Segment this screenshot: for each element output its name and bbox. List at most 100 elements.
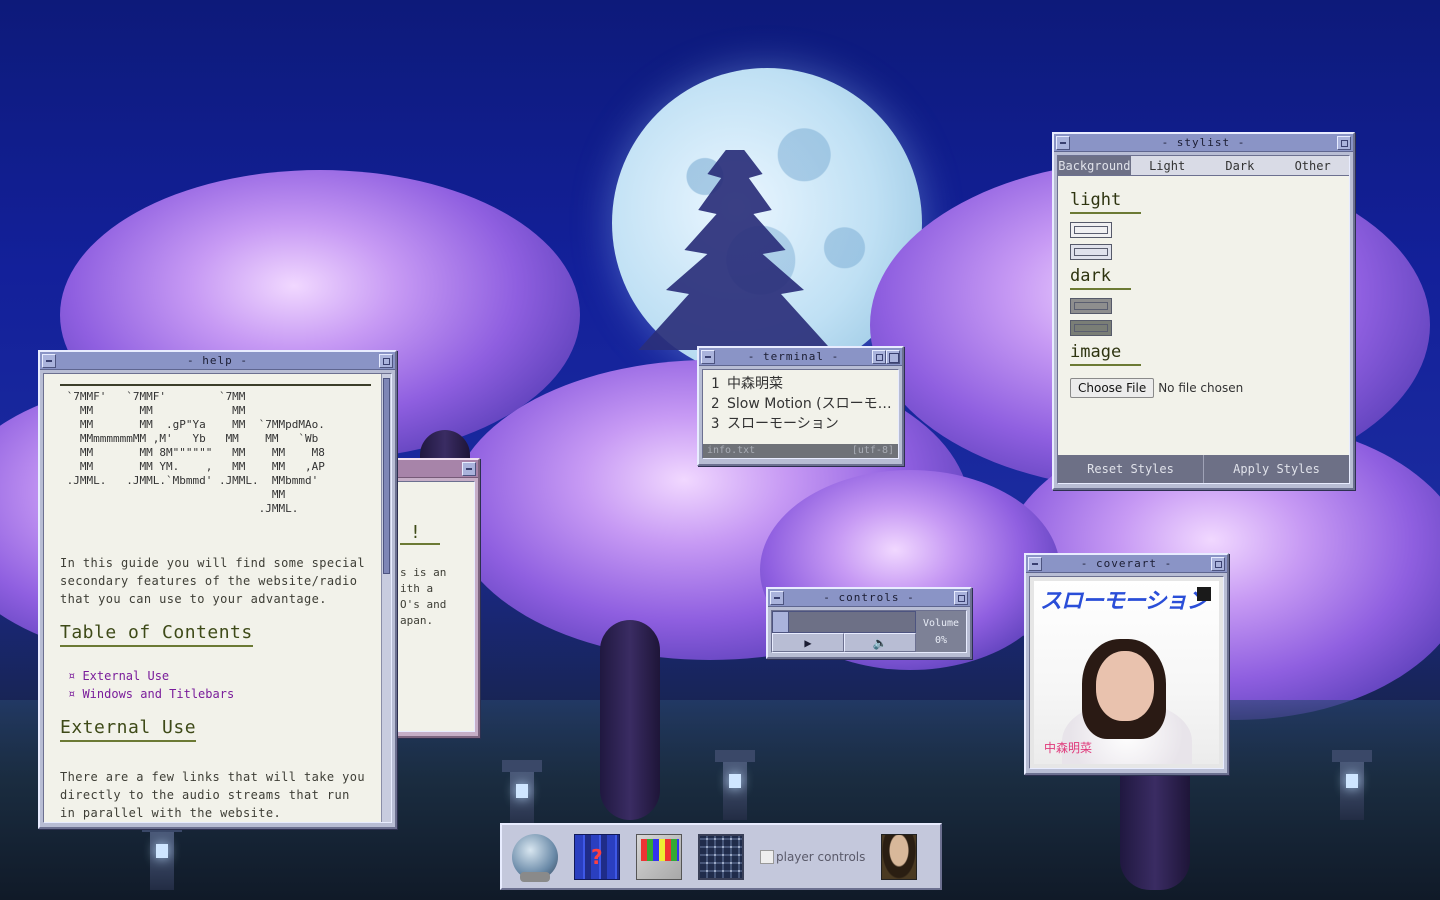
terminal-titlebar[interactable]: - terminal - (699, 348, 902, 366)
help-intro-text: In this guide you will find some special… (60, 556, 365, 606)
dark-swatch-1[interactable] (1070, 298, 1112, 314)
cover-artist-name: 中森明菜 (1044, 741, 1093, 755)
terminal-filename: info.txt (707, 445, 756, 456)
stylist-content: Background Light Dark Other light dark i… (1057, 155, 1350, 484)
terminal-title: - terminal - (747, 350, 840, 363)
background-window[interactable]: ! s is an ith a O's and apan. (390, 458, 480, 738)
tab-light[interactable]: Light (1131, 156, 1204, 175)
apply-styles-button[interactable]: Apply Styles (1203, 455, 1349, 483)
toc-link-windows-titlebars[interactable]: Windows and Titlebars (68, 685, 371, 703)
cover-label-logo (1197, 587, 1211, 601)
controls-window[interactable]: - controls - ▶ 🔈 Volume 0% (766, 587, 972, 659)
terminal-grid-icon[interactable] (698, 833, 744, 880)
wallpaper-trunk (600, 620, 660, 820)
maximize-button[interactable] (886, 349, 900, 364)
coverart-content: スローモーション 中森明菜 (1029, 576, 1224, 769)
terminal-line: 3 スローモーション (711, 414, 892, 434)
light-swatch-1[interactable] (1070, 222, 1112, 238)
divider (60, 384, 371, 386)
window-menu-button[interactable] (462, 461, 476, 476)
album-cover: スローモーション 中森明菜 (1034, 581, 1219, 764)
terminal-encoding: [utf-8] (851, 445, 894, 456)
coverart-window[interactable]: - coverart - スローモーション 中森明菜 (1024, 553, 1229, 775)
minimize-button[interactable] (1211, 556, 1225, 571)
file-picker: Choose File No file chosen (1070, 378, 1337, 398)
stylist-body: light dark image Choose File No file cho… (1058, 176, 1349, 406)
window-menu-button[interactable] (770, 590, 784, 605)
terminal-line: 1 中森明菜 (711, 374, 892, 394)
terminal-line: 2 Slow Motion (スローモーション) (711, 394, 892, 414)
external-use-heading: External Use (60, 717, 197, 742)
controls-titlebar[interactable]: - controls - (768, 589, 970, 607)
portrait-icon[interactable] (881, 833, 918, 880)
broken-image-icon (760, 849, 774, 864)
toc-list: External Use Windows and Titlebars (68, 667, 371, 703)
stylist-footer: Reset Styles Apply Styles (1058, 455, 1349, 483)
wallpaper-lantern (1332, 750, 1372, 820)
background-window-content: ! s is an ith a O's and apan. (395, 481, 475, 732)
window-menu-button[interactable] (701, 349, 715, 364)
globe-icon[interactable] (512, 833, 558, 882)
background-window-heading: ! (400, 522, 440, 545)
line-number: 1 (711, 376, 720, 392)
help-content: `7MMF' `7MMF' `7MM MM MM MM MM MM .gP"Ya… (43, 373, 392, 823)
coverart-title: - coverart - (1080, 557, 1173, 570)
scrollbar-thumb[interactable] (383, 378, 390, 574)
stylist-tabs: Background Light Dark Other (1058, 156, 1349, 176)
paint-palette-icon[interactable] (636, 833, 682, 880)
help-title: - help - (187, 354, 248, 367)
background-window-titlebar[interactable] (392, 460, 478, 478)
seek-handle[interactable] (773, 612, 789, 632)
dark-heading: dark (1070, 266, 1131, 290)
line-text: Slow Motion (スローモーション) (727, 396, 892, 412)
controls-title: - controls - (823, 591, 915, 604)
play-icon: ▶ (804, 635, 812, 650)
window-menu-button[interactable] (1028, 556, 1042, 571)
help-titlebar[interactable]: - help - (40, 352, 395, 370)
external-use-text: There are a few links that will take you… (60, 770, 365, 820)
volume-control[interactable]: Volume 0% (916, 611, 966, 652)
wallpaper-lantern (715, 750, 755, 820)
light-swatch-2[interactable] (1070, 244, 1112, 260)
minimize-button[interactable] (1337, 135, 1351, 150)
light-heading: light (1070, 190, 1142, 214)
wallpaper-lantern (142, 820, 182, 890)
image-heading: image (1070, 342, 1142, 366)
help-scrollbar[interactable] (381, 374, 391, 822)
window-menu-button[interactable] (1056, 135, 1070, 150)
volume-value: 0% (934, 634, 948, 646)
wallpaper-lantern (502, 760, 542, 830)
terminal-window[interactable]: - terminal - 1 中森明菜 2 Slow Motion (スローモーショ… (697, 346, 904, 466)
minimize-button[interactable] (872, 349, 886, 364)
play-button[interactable]: ▶ (772, 633, 844, 652)
reset-styles-button[interactable]: Reset Styles (1058, 455, 1203, 483)
choose-file-button[interactable]: Choose File (1070, 378, 1155, 398)
tab-other[interactable]: Other (1276, 156, 1349, 175)
line-text: スローモーション (727, 416, 839, 432)
line-number: 2 (711, 396, 720, 412)
stylist-titlebar[interactable]: - stylist - (1054, 134, 1353, 152)
controls-content: ▶ 🔈 Volume 0% (771, 610, 967, 653)
background-window-text: s is an ith a O's and apan. (400, 566, 447, 627)
stylist-window[interactable]: - stylist - Background Light Dark Other … (1052, 132, 1355, 490)
window-menu-button[interactable] (42, 353, 56, 368)
minimize-button[interactable] (954, 590, 968, 605)
tab-background[interactable]: Background (1058, 156, 1131, 175)
help-window[interactable]: - help - `7MMF' `7MMF' `7MM MM MM MM MM … (38, 350, 397, 829)
minimize-button[interactable] (379, 353, 393, 368)
toc-link-external-use[interactable]: External Use (68, 667, 371, 685)
speaker-icon: 🔈 (872, 635, 888, 650)
player-controls-alt-text: player controls (776, 849, 866, 864)
tab-dark[interactable]: Dark (1204, 156, 1277, 175)
cover-figure-face (1096, 651, 1154, 721)
toc-heading: Table of Contents (60, 622, 253, 647)
dark-swatch-2[interactable] (1070, 320, 1112, 336)
player-controls-launcher[interactable]: player controls (760, 849, 866, 864)
help-books-icon[interactable] (574, 833, 620, 880)
controls-main: ▶ 🔈 (772, 611, 916, 652)
mute-button[interactable]: 🔈 (844, 633, 916, 652)
file-status: No file chosen (1158, 381, 1244, 395)
coverart-titlebar[interactable]: - coverart - (1026, 555, 1227, 573)
seek-bar[interactable] (772, 611, 916, 633)
line-number: 3 (711, 416, 720, 432)
